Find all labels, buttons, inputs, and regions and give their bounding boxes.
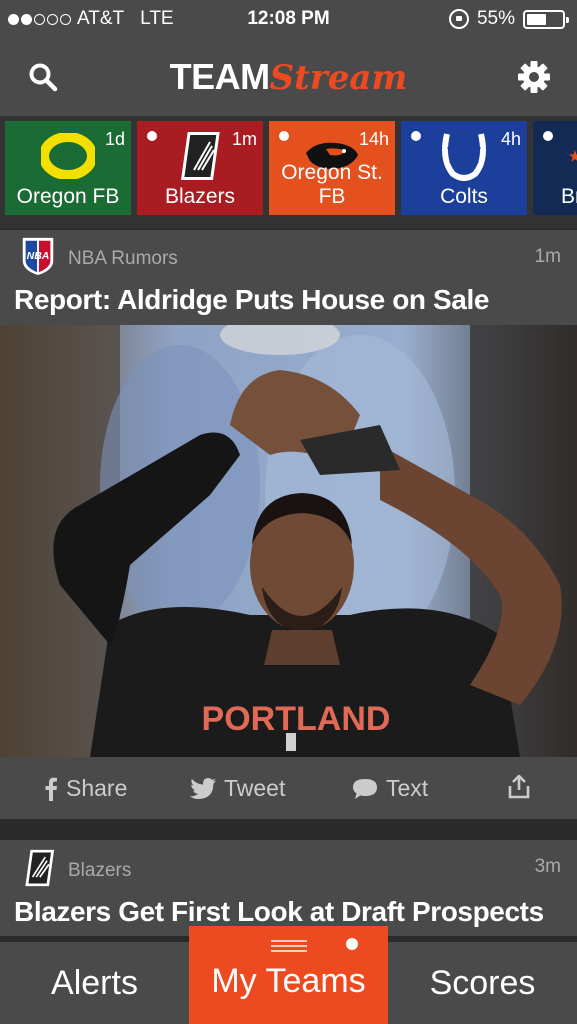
article-source: Blazers <box>68 860 132 881</box>
team-age: 1m <box>231 129 257 149</box>
drag-handle-icon <box>270 940 307 952</box>
facebook-icon <box>45 777 57 801</box>
text-label: Text <box>386 775 429 801</box>
share-label: Share <box>66 775 128 801</box>
article-actions-bar: Share Tweet Text <box>0 757 577 819</box>
gear-icon[interactable] <box>517 60 551 94</box>
text-button[interactable]: Text <box>352 775 428 802</box>
tab-label: Alerts <box>51 963 138 1002</box>
svg-text:NBA: NBA <box>27 251 50 262</box>
article-photo[interactable]: PORTLAND <box>0 325 577 757</box>
team-name: Blazers <box>164 185 236 208</box>
jersey-text: PORTLAND <box>202 700 391 738</box>
tab-my-teams[interactable]: My Teams <box>189 926 388 1024</box>
share-button[interactable]: Share <box>44 775 127 802</box>
team-age: 14h <box>358 129 389 149</box>
team-tile-partial[interactable]: Br <box>533 121 577 215</box>
team-name: Colts <box>440 185 488 208</box>
article-age: 1m <box>534 246 561 267</box>
article-source: NBA Rumors <box>68 248 178 269</box>
new-indicator <box>346 938 358 950</box>
team-age: 4h <box>500 129 521 149</box>
tab-scores[interactable]: Scores <box>388 942 577 1024</box>
battery-percent: 55% <box>476 8 515 29</box>
team-age: 1d <box>104 129 125 149</box>
team-name: Oregon St. FB <box>281 161 383 208</box>
app-header: TEAMStream <box>0 38 577 116</box>
team-name: Br <box>561 185 577 208</box>
article-card-header[interactable]: NBA NBA Rumors 1m Report: Aldridge Puts … <box>0 230 577 325</box>
tweet-label: Tweet <box>224 775 286 801</box>
team-strip: 1d Oregon FB 1m Blazers 14h Oregon St. F… <box>0 116 577 228</box>
orientation-lock-icon <box>448 9 469 29</box>
team-name: Oregon FB <box>16 185 120 208</box>
tab-label: Scores <box>429 963 536 1002</box>
article-card-header[interactable]: Blazers 3m Blazers Get First Look at Dra… <box>0 840 577 936</box>
team-tile-blazers[interactable]: 1m Blazers <box>137 121 263 215</box>
star-logo-icon <box>533 129 577 183</box>
logo-stream-text: Stream <box>269 58 408 98</box>
team-tile-colts[interactable]: 4h Colts <box>401 121 527 215</box>
team-tile-oregon-st-fb[interactable]: 14h Oregon St. FB <box>269 121 395 215</box>
logo-team-text: TEAM <box>169 56 271 97</box>
export-icon[interactable] <box>508 775 530 799</box>
tab-alerts[interactable]: Alerts <box>0 942 189 1024</box>
blazers-logo-icon <box>25 849 55 887</box>
app-logo: TEAMStream <box>0 56 577 98</box>
nba-logo-icon: NBA <box>22 237 54 276</box>
bottom-tab-bar: Alerts My Teams Scores <box>0 926 577 1024</box>
twitter-icon <box>190 777 216 799</box>
article-headline[interactable]: Report: Aldridge Puts House on Sale <box>14 284 489 316</box>
article-headline[interactable]: Blazers Get First Look at Draft Prospect… <box>14 896 544 928</box>
tweet-button[interactable]: Tweet <box>190 775 285 802</box>
tab-label: My Teams <box>211 961 366 1000</box>
team-tile-oregon-fb[interactable]: 1d Oregon FB <box>5 121 131 215</box>
status-bar: AT&T LTE 12:08 PM 55% <box>0 0 577 38</box>
battery-icon <box>523 9 569 29</box>
article-age: 3m <box>534 856 561 877</box>
message-bubble-icon <box>353 778 377 799</box>
